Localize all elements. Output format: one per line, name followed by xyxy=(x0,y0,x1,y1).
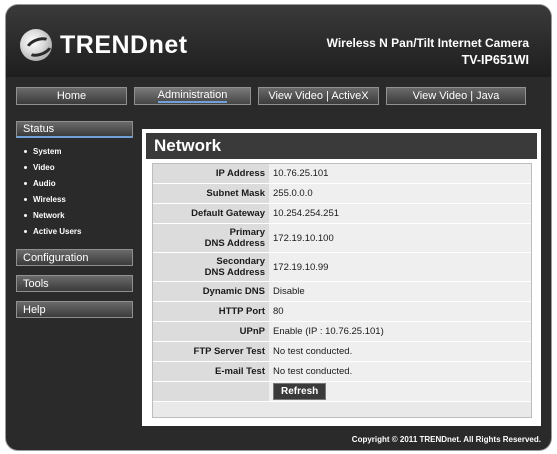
brand-name: TRENDnet xyxy=(60,30,188,59)
ip-address-label: IP Address xyxy=(153,164,269,184)
table-row: E-mail Test No test conducted. xyxy=(153,361,531,382)
status-submenu: System Video Audio Wireless Network Acti… xyxy=(16,143,133,239)
upnp-value: Enable (IP : 10.76.25.101) xyxy=(269,321,531,342)
http-port-label: HTTP Port xyxy=(153,301,269,322)
ftp-server-test-value: No test conducted. xyxy=(269,341,531,362)
upnp-label: UPnP xyxy=(153,321,269,342)
ftp-server-test-label: FTP Server Test xyxy=(153,341,269,362)
http-port-value: 80 xyxy=(269,301,531,322)
product-title: Wireless N Pan/Tilt Internet Camera xyxy=(326,36,529,50)
secondary-dns-label: Secondary DNS Address xyxy=(153,252,269,282)
table-row: FTP Server Test No test conducted. xyxy=(153,341,531,362)
sidebar-item-active-users[interactable]: Active Users xyxy=(16,223,133,239)
table-row: HTTP Port 80 xyxy=(153,301,531,322)
nav-home-label: Home xyxy=(56,90,87,102)
secondary-dns-label-line2: DNS Address xyxy=(204,267,265,278)
refresh-button[interactable]: Refresh xyxy=(273,383,327,400)
sidebar-configuration[interactable]: Configuration xyxy=(16,249,133,266)
primary-dns-value: 172.19.10.100 xyxy=(269,223,531,253)
trendnet-logo: TRENDnet xyxy=(20,29,188,61)
nav-view-video-java[interactable]: View Video | Java xyxy=(386,87,526,105)
product-info: Wireless N Pan/Tilt Internet Camera TV-I… xyxy=(327,35,529,69)
network-info-table: IP Address 10.76.25.101 Subnet Mask 255.… xyxy=(152,163,532,418)
default-gateway-value: 10.254.254.251 xyxy=(269,203,531,224)
copyright-footer: Copyright © 2011 TRENDnet. All Rights Re… xyxy=(351,435,541,444)
bullet-icon xyxy=(24,229,27,233)
sidebar-status[interactable]: Status xyxy=(16,121,133,138)
table-row: UPnP Enable (IP : 10.76.25.101) xyxy=(153,321,531,342)
sidebar: Status System Video Audio Wireless Netwo… xyxy=(16,121,133,327)
bullet-icon xyxy=(24,213,27,217)
main-content: Network IP Address 10.76.25.101 Subnet M… xyxy=(142,129,541,426)
refresh-cell: Refresh xyxy=(269,381,531,402)
email-test-value: No test conducted. xyxy=(269,361,531,382)
table-row: Default Gateway 10.254.254.251 xyxy=(153,203,531,224)
sidebar-item-network[interactable]: Network xyxy=(16,207,133,223)
sidebar-item-audio[interactable]: Audio xyxy=(16,175,133,191)
header: TRENDnet Wireless N Pan/Tilt Internet Ca… xyxy=(6,5,551,77)
nav-administration-label: Administration xyxy=(157,89,228,103)
camera-admin-window: TRENDnet Wireless N Pan/Tilt Internet Ca… xyxy=(6,5,551,450)
sidebar-item-system[interactable]: System xyxy=(16,143,133,159)
table-row: Subnet Mask 255.0.0.0 xyxy=(153,183,531,204)
table-row: Refresh xyxy=(153,381,531,402)
secondary-dns-label-line1: Secondary xyxy=(216,256,265,267)
dynamic-dns-label: Dynamic DNS xyxy=(153,281,269,302)
bullet-icon xyxy=(24,197,27,201)
nav-view-video-java-label: View Video | Java xyxy=(412,90,500,102)
page-title: Network xyxy=(146,133,537,159)
trendnet-logo-icon xyxy=(20,29,52,61)
nav-home[interactable]: Home xyxy=(16,87,127,105)
email-test-label: E-mail Test xyxy=(153,361,269,382)
nav-view-video-activex-label: View Video | ActiveX xyxy=(268,90,369,102)
table-row: IP Address 10.76.25.101 xyxy=(153,164,531,184)
nav-administration[interactable]: Administration xyxy=(134,87,251,105)
empty-label-cell xyxy=(153,381,269,402)
ip-address-value: 10.76.25.101 xyxy=(269,164,531,184)
bullet-icon xyxy=(24,149,27,153)
bullet-icon xyxy=(24,165,27,169)
primary-dns-label: Primary DNS Address xyxy=(153,223,269,253)
subnet-mask-value: 255.0.0.0 xyxy=(269,183,531,204)
dynamic-dns-value: Disable xyxy=(269,281,531,302)
default-gateway-label: Default Gateway xyxy=(153,203,269,224)
sidebar-help[interactable]: Help xyxy=(16,301,133,318)
table-row: Secondary DNS Address 172.19.10.99 xyxy=(153,252,531,282)
bullet-icon xyxy=(24,181,27,185)
table-row: Primary DNS Address 172.19.10.100 xyxy=(153,223,531,253)
primary-dns-label-line2: DNS Address xyxy=(204,238,265,249)
nav-view-video-activex[interactable]: View Video | ActiveX xyxy=(258,87,379,105)
sidebar-item-video[interactable]: Video xyxy=(16,159,133,175)
sidebar-item-wireless[interactable]: Wireless xyxy=(16,191,133,207)
table-row: Dynamic DNS Disable xyxy=(153,281,531,302)
secondary-dns-value: 172.19.10.99 xyxy=(269,252,531,282)
primary-dns-label-line1: Primary xyxy=(229,227,265,238)
subnet-mask-label: Subnet Mask xyxy=(153,183,269,204)
top-navigation: Home Administration View Video | ActiveX… xyxy=(16,83,541,109)
product-model: TV-IP651WI xyxy=(461,53,529,67)
sidebar-tools[interactable]: Tools xyxy=(16,275,133,292)
